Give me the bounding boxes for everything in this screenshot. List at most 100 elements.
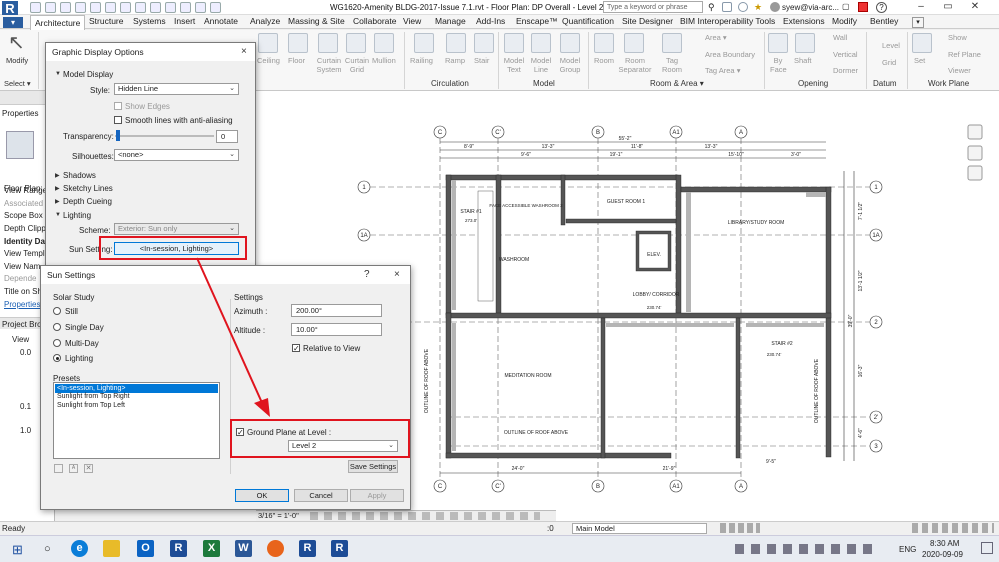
lighting-header[interactable]: Lighting — [63, 211, 91, 220]
model-group-icon[interactable] — [560, 33, 580, 53]
altitude-input[interactable]: 10.00° — [291, 323, 382, 336]
model-line-label[interactable]: Model Line — [529, 56, 553, 74]
duplicate-preset-icon[interactable] — [54, 464, 63, 473]
outlook-icon[interactable]: O — [137, 540, 154, 557]
help-icon[interactable]: ? — [364, 269, 370, 280]
expand-icon[interactable]: ▶ — [55, 185, 60, 192]
tag-area-button[interactable]: Tag Area ▾ — [705, 66, 740, 75]
list-item[interactable]: Sunlight from Top Right — [55, 393, 130, 400]
scale-selector[interactable]: 3/16" = 1'-0" — [258, 511, 299, 520]
tab-add-ins[interactable]: Add-Ins — [476, 16, 505, 26]
by-face-icon[interactable] — [768, 33, 788, 53]
depth-cueing-header[interactable]: Depth Cueing — [63, 197, 112, 206]
radio-still[interactable] — [53, 307, 61, 315]
curtain-grid-icon[interactable] — [346, 33, 366, 53]
prop-scope-box[interactable]: Scope Box — [4, 211, 43, 220]
by-face-label[interactable]: By Face — [770, 56, 787, 74]
radio-lighting[interactable] — [53, 354, 61, 362]
close-icon[interactable]: × — [241, 46, 247, 57]
curtain-grid-label[interactable]: Curtain Grid — [342, 56, 372, 74]
user-icon[interactable] — [770, 2, 780, 12]
azimuth-input[interactable]: 200.00° — [291, 304, 382, 317]
relative-to-view-label[interactable]: Relative to View — [303, 344, 360, 353]
ribbon-toggle-icon[interactable]: ▾ — [912, 17, 924, 28]
area-boundary-button[interactable]: Area Boundary — [705, 50, 755, 59]
grid-button[interactable]: Grid — [882, 58, 896, 67]
ceiling-icon[interactable] — [258, 33, 278, 53]
tree-views[interactable]: View — [12, 335, 29, 344]
radio-multi-day-label[interactable]: Multi-Day — [65, 339, 99, 348]
delete-preset-icon[interactable]: ✕ — [84, 464, 93, 473]
floor-icon[interactable] — [288, 33, 308, 53]
ceiling-label[interactable]: Ceiling — [257, 56, 280, 65]
room-label[interactable]: Room — [594, 56, 614, 65]
modify-button-label[interactable]: Modify — [6, 56, 28, 65]
text-icon[interactable] — [120, 2, 131, 13]
tab-site-designer[interactable]: Site Designer — [622, 16, 673, 26]
word-icon[interactable]: W — [235, 540, 252, 557]
thin-lines-icon[interactable] — [165, 2, 176, 13]
ramp-icon[interactable] — [446, 33, 466, 53]
mullion-icon[interactable] — [374, 33, 394, 53]
redo-icon[interactable] — [75, 2, 86, 13]
room-separator-icon[interactable] — [624, 33, 644, 53]
expand-icon[interactable]: ▶ — [55, 198, 60, 205]
view-control-icons[interactable] — [310, 512, 540, 520]
print-icon[interactable] — [90, 2, 101, 13]
help-icon[interactable]: ? — [876, 2, 887, 13]
clock-time[interactable]: 8:30 AM — [930, 539, 959, 548]
revit-taskbar-icon[interactable]: R — [170, 540, 187, 557]
tab-manage[interactable]: Manage — [435, 16, 466, 26]
wall-opening-button[interactable]: Wall — [833, 33, 847, 42]
shaft-label[interactable]: Shaft — [794, 56, 812, 65]
style-select[interactable]: Hidden Line ⌄ — [114, 83, 239, 95]
notifications-icon[interactable] — [981, 542, 993, 554]
section-icon[interactable] — [150, 2, 161, 13]
prop-depth-clipping[interactable]: Depth Clipp — [4, 224, 46, 233]
transparency-input[interactable]: 0 — [216, 130, 238, 143]
tab-modify[interactable]: Modify — [832, 16, 857, 26]
tab-annotate[interactable]: Annotate — [204, 16, 238, 26]
save-icon[interactable] — [45, 2, 56, 13]
measure-icon[interactable] — [105, 2, 116, 13]
sketchy-lines-header[interactable]: Sketchy Lines — [63, 184, 113, 193]
close-icon[interactable]: × — [394, 269, 400, 280]
tag-room-label[interactable]: Tag Room — [660, 56, 684, 74]
tab-collaborate[interactable]: Collaborate — [353, 16, 396, 26]
shadows-header[interactable]: Shadows — [63, 171, 96, 180]
file-explorer-icon[interactable] — [103, 540, 120, 557]
open-icon[interactable] — [30, 2, 41, 13]
radio-lighting-label[interactable]: Lighting — [65, 354, 93, 363]
cart-icon[interactable]: ▢ — [842, 2, 850, 11]
level-button[interactable]: Level — [882, 41, 900, 50]
worksharing-icon[interactable]: :0 — [547, 524, 554, 533]
tab-enscape[interactable]: Enscape™ — [516, 16, 558, 26]
relative-to-view-checkbox[interactable]: ✓ — [292, 344, 300, 353]
save-settings-button[interactable]: Save Settings — [348, 460, 398, 473]
selection-filter-icons[interactable] — [720, 523, 760, 533]
maximize-icon[interactable]: ▭ — [937, 0, 959, 14]
model-line-icon[interactable] — [531, 33, 551, 53]
autodesk-app-icon[interactable] — [858, 2, 868, 12]
tab-bim-interoperability[interactable]: BIM Interoperability Tools — [680, 16, 775, 26]
clock-date[interactable]: 2020-09-09 — [922, 550, 963, 559]
switch-windows-icon[interactable] — [195, 2, 206, 13]
stair-label[interactable]: Stair — [474, 56, 489, 65]
model-text-icon[interactable] — [504, 33, 524, 53]
transparency-slider[interactable] — [115, 135, 214, 137]
favorites-icon[interactable]: ★ — [754, 2, 762, 13]
firefox-icon[interactable] — [267, 540, 284, 557]
radio-single-day[interactable] — [53, 323, 61, 331]
tab-analyze[interactable]: Analyze — [250, 16, 280, 26]
dormer-button[interactable]: Dormer — [833, 66, 858, 75]
3d-view-icon[interactable] — [135, 2, 146, 13]
user-account[interactable]: syew@via-arc... — [782, 3, 839, 12]
show-workplane-button[interactable]: Show — [948, 33, 967, 42]
mullion-label[interactable]: Mullion — [372, 56, 396, 65]
application-menu-button[interactable]: ▾ — [3, 17, 23, 28]
transparency-slider-thumb[interactable] — [116, 130, 120, 141]
undo-icon[interactable] — [60, 2, 71, 13]
smooth-lines-checkbox[interactable] — [114, 116, 122, 124]
room-icon[interactable] — [594, 33, 614, 53]
tree-level-10[interactable]: 1.0 — [20, 426, 31, 435]
